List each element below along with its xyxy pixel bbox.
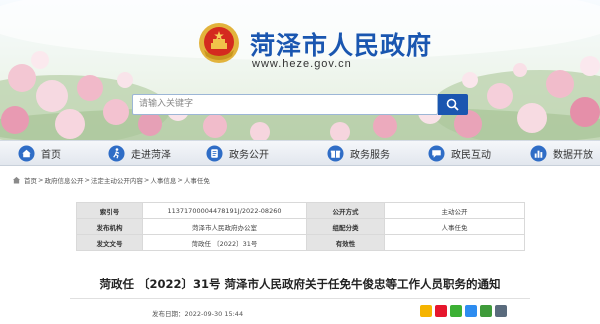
breadcrumb-link-gov-info[interactable]: 政府信息公开 — [44, 175, 83, 185]
share-bar — [420, 305, 510, 317]
main-nav: 首页 走进菏泽 政务公开 政务服务 政民互动 数据开放 — [0, 140, 600, 166]
breadcrumb-separator: > — [143, 176, 150, 184]
table-row: 索引号 11371700004478191J/2022-08260 公开方式 主… — [76, 202, 525, 219]
index-value: 11371700004478191J/2022-08260 — [142, 202, 307, 219]
search-input[interactable]: 请输入关键字 — [132, 94, 438, 115]
issuer-label: 发布机构 — [76, 218, 143, 235]
open-method-value: 主动公开 — [384, 202, 525, 219]
national-emblem-icon — [199, 23, 239, 63]
qq-icon[interactable] — [465, 305, 477, 317]
index-label: 索引号 — [76, 202, 143, 219]
nav-label: 首页 — [41, 149, 61, 161]
nav-item-about[interactable]: 走进菏泽 — [108, 141, 171, 165]
publish-date: 发布日期：2022-09-30 15:44 — [152, 308, 243, 318]
douban-icon[interactable] — [480, 305, 492, 317]
nav-label: 数据开放 — [553, 149, 593, 161]
nav-label: 走进菏泽 — [131, 149, 171, 161]
site-url: www.heze.gov.cn — [252, 58, 352, 70]
publish-date-value: 2022-09-30 15:44 — [184, 310, 244, 318]
walk-icon — [108, 144, 125, 162]
breadcrumb: 首页 > 政府信息公开 > 法定主动公开内容 > 人事信息 > 人事任免 — [12, 175, 210, 185]
nav-item-home[interactable]: 首页 — [18, 141, 61, 165]
publish-date-label: 发布日期： — [152, 310, 185, 318]
search-button[interactable] — [438, 94, 468, 115]
peony-flowers-background — [0, 0, 600, 140]
doc-number-label: 发文文号 — [76, 234, 143, 251]
validity-label: 有效性 — [306, 234, 385, 251]
nav-label: 政民互动 — [451, 149, 491, 161]
nav-item-gov-services[interactable]: 政务服务 — [327, 141, 390, 165]
breadcrumb-link-appointments[interactable]: 人事任免 — [184, 175, 210, 185]
site-banner: 菏泽市人民政府 www.heze.gov.cn 请输入关键字 — [0, 0, 600, 140]
weibo-icon[interactable] — [435, 305, 447, 317]
doc-number-value: 菏政任 〔2022〕31号 — [142, 234, 307, 251]
breadcrumb-separator: > — [84, 176, 90, 184]
nav-label: 政务服务 — [350, 149, 390, 161]
nav-label: 政务公开 — [229, 149, 269, 161]
open-method-label: 公开方式 — [306, 202, 385, 219]
breadcrumb-link-personnel-info[interactable]: 人事信息 — [150, 175, 176, 185]
breadcrumb-separator: > — [177, 176, 183, 184]
print-icon[interactable] — [495, 305, 507, 317]
search-icon — [446, 98, 459, 111]
category-label: 组配分类 — [306, 218, 385, 235]
table-row: 发布机构 菏泽市人民政府办公室 组配分类 人事任免 — [76, 218, 525, 235]
issuer-value: 菏泽市人民政府办公室 — [142, 218, 307, 235]
title-divider — [70, 298, 530, 299]
nav-item-gov-affairs[interactable]: 政务公开 — [206, 141, 269, 165]
home-icon — [18, 144, 35, 162]
breadcrumb-separator: > — [38, 176, 44, 184]
data-icon — [530, 144, 547, 162]
document-title: 菏政任 〔2022〕31号 菏泽市人民政府关于任免牛俊忠等工作人员职务的通知 — [99, 277, 501, 291]
table-row: 发文文号 菏政任 〔2022〕31号 有效性 — [76, 234, 525, 251]
document-icon — [206, 144, 223, 162]
chat-icon — [428, 144, 445, 162]
gift-icon — [327, 144, 344, 162]
validity-value — [384, 234, 525, 251]
home-icon — [12, 176, 21, 184]
breadcrumb-link-statutory[interactable]: 法定主动公开内容 — [91, 175, 143, 185]
nav-item-open-data[interactable]: 数据开放 — [530, 141, 593, 165]
document-info-table: 索引号 11371700004478191J/2022-08260 公开方式 主… — [76, 202, 525, 251]
nav-item-interaction[interactable]: 政民互动 — [428, 141, 491, 165]
category-value: 人事任免 — [384, 218, 525, 235]
qzone-icon[interactable] — [420, 305, 432, 317]
wechat-icon[interactable] — [450, 305, 462, 317]
site-title: 菏泽市人民政府 — [250, 31, 433, 60]
breadcrumb-link-home[interactable]: 首页 — [24, 175, 37, 185]
